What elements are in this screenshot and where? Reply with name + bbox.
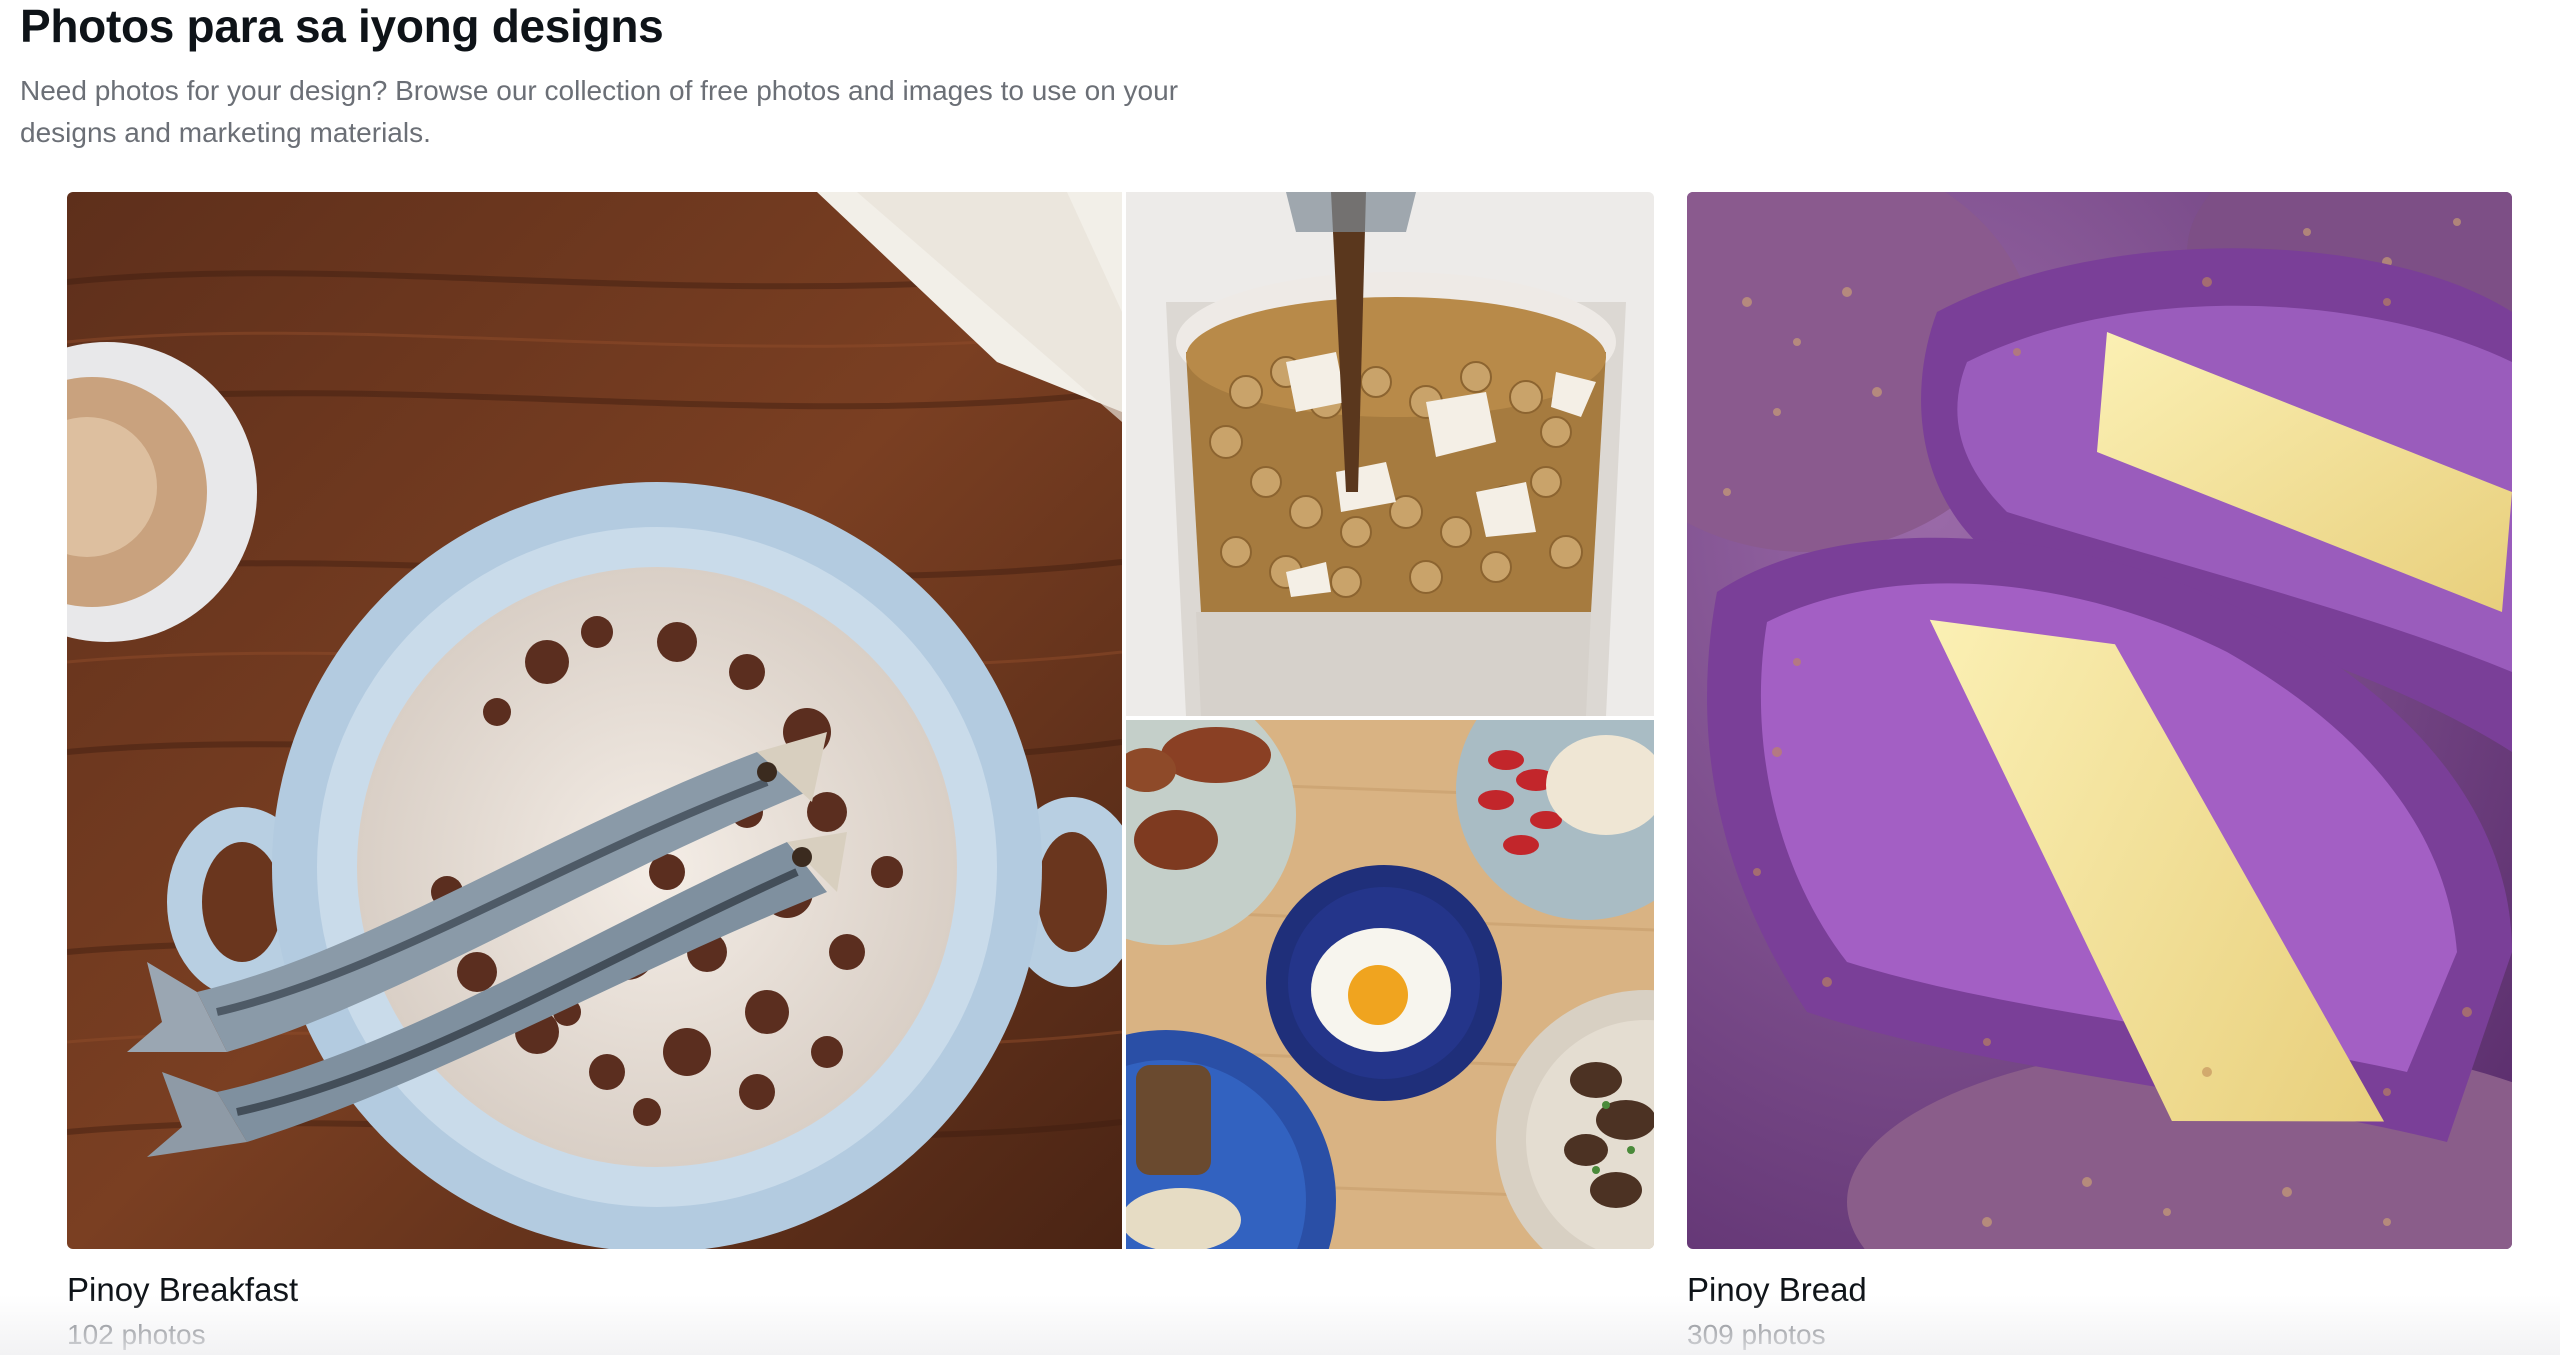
collection-card-pinoy-breakfast[interactable]: Pinoy Breakfast 102 photos xyxy=(67,192,1654,1353)
collection-photo-count: 309 photos xyxy=(1687,1319,1826,1350)
silog-plates-photo[interactable] xyxy=(1126,720,1654,1249)
champorado-with-tuyo-photo[interactable] xyxy=(67,192,1122,1249)
photos-page: Photos para sa iyong designs Need photos… xyxy=(0,0,2560,1355)
ube-cheese-pandesal-photo[interactable] xyxy=(1687,192,2512,1249)
page-subtitle: Need photos for your design? Browse our … xyxy=(20,75,1179,148)
taho-drink-photo[interactable] xyxy=(1126,192,1654,716)
collection-card-pinoy-bread[interactable]: Pinoy Bread 309 photos xyxy=(1687,192,2512,1353)
collection-mosaic[interactable] xyxy=(67,192,1654,1249)
collection-name[interactable]: Pinoy Breakfast xyxy=(67,1269,1654,1311)
collection-name[interactable]: Pinoy Bread xyxy=(1687,1269,2512,1311)
collection-mosaic[interactable] xyxy=(1687,192,2512,1249)
collection-photo-count: 102 photos xyxy=(67,1319,206,1350)
page-title: Photos para sa iyong designs xyxy=(20,0,664,52)
